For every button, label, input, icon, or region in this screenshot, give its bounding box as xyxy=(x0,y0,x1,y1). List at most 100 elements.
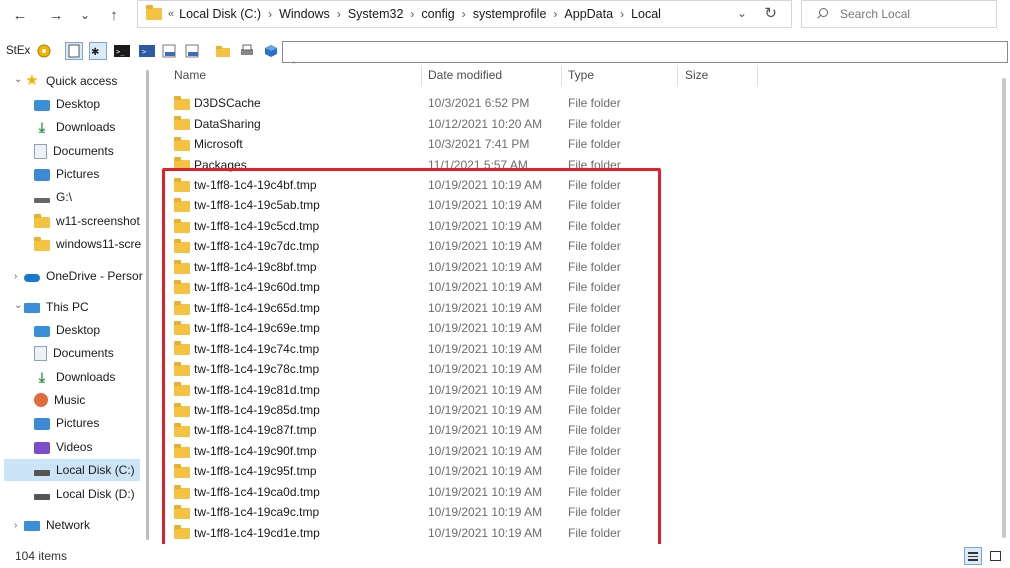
breadcrumb-separator[interactable]: › xyxy=(408,7,416,21)
file-row[interactable]: tw-1ff8-1c4-19c81d.tmp 10/19/2021 10:19 A… xyxy=(160,379,1000,399)
file-row[interactable]: tw-1ff8-1c4-19c74c.tmp 10/19/2021 10:19 A… xyxy=(160,338,1000,358)
file-name[interactable]: tw-1ff8-1c4-19cd1e.tmp xyxy=(194,526,320,540)
recent-locations-chevron-icon[interactable]: ⌄ xyxy=(73,4,97,26)
tiles-view-button[interactable] xyxy=(986,547,1004,565)
refresh-icon[interactable]: ↻ xyxy=(764,4,777,22)
file-name[interactable]: tw-1ff8-1c4-19c5ab.tmp xyxy=(194,198,320,212)
breadcrumb-item[interactable]: Local xyxy=(626,7,666,21)
file-row[interactable]: Packages 11/1/2021 5:57 AM File folder xyxy=(160,154,1000,174)
file-row[interactable]: tw-1ff8-1c4-19c5cd.tmp 10/19/2021 10:19 A… xyxy=(160,216,1000,236)
breadcrumb-overflow[interactable]: « xyxy=(162,8,174,20)
details-view-button[interactable] xyxy=(964,547,982,565)
sidebar-item-g-drive[interactable]: G:\ xyxy=(34,186,148,208)
file-name[interactable]: tw-1ff8-1c4-19c60d.tmp xyxy=(194,280,320,294)
breadcrumb-item[interactable]: Windows xyxy=(274,7,335,21)
sidebar-item-videos[interactable]: Videos xyxy=(34,436,148,458)
breadcrumb-separator[interactable]: › xyxy=(460,7,468,21)
breadcrumb-separator[interactable]: › xyxy=(551,7,559,21)
powershell-icon[interactable]: > xyxy=(138,42,156,60)
new-file-icon[interactable] xyxy=(65,42,83,60)
file-name[interactable]: tw-1ff8-1c4-19c8bf.tmp xyxy=(194,260,317,274)
file-name[interactable]: tw-1ff8-1c4-19ca0d.tmp xyxy=(194,485,320,499)
file-name[interactable]: D3DSCache xyxy=(194,96,261,110)
file-row[interactable]: tw-1ff8-1c4-19c85d.tmp 10/19/2021 10:19 A… xyxy=(160,400,1000,420)
breadcrumb-separator[interactable]: › xyxy=(266,7,274,21)
sidebar-scrollbar[interactable] xyxy=(146,70,149,540)
sidebar-item-downloads[interactable]: ⤓ Downloads 📌 xyxy=(34,116,148,138)
sidebar-item-local-disk-c[interactable]: Local Disk (C:) xyxy=(4,459,140,481)
sidebar-item-this-pc[interactable]: This PC xyxy=(24,296,148,318)
sidebar-item-local-disk-d[interactable]: Local Disk (D:) xyxy=(34,483,148,505)
column-header-type[interactable]: Type xyxy=(568,68,594,86)
file-name[interactable]: tw-1ff8-1c4-19c74c.tmp xyxy=(194,342,319,356)
file-row[interactable]: tw-1ff8-1c4-19c69e.tmp 10/19/2021 10:19 A… xyxy=(160,318,1000,338)
sidebar-item-quick-access[interactable]: ★ Quick access xyxy=(24,70,148,92)
up-arrow-icon[interactable]: ↑ xyxy=(102,4,126,26)
file-name[interactable]: tw-1ff8-1c4-19c65d.tmp xyxy=(194,301,320,315)
file-list-scrollbar[interactable] xyxy=(1002,78,1006,538)
command-input[interactable] xyxy=(282,41,1008,63)
file-row[interactable]: tw-1ff8-1c4-19c7dc.tmp 10/19/2021 10:19 A… xyxy=(160,236,1000,256)
breadcrumb-item[interactable]: config xyxy=(416,7,459,21)
copy-filename-icon[interactable] xyxy=(161,42,179,60)
file-name[interactable]: tw-1ff8-1c4-19c5cd.tmp xyxy=(194,219,319,233)
file-row[interactable]: tw-1ff8-1c4-19c65d.tmp 10/19/2021 10:19 A… xyxy=(160,298,1000,318)
sidebar-item-network[interactable]: Network xyxy=(24,514,148,536)
file-name[interactable]: tw-1ff8-1c4-19c78c.tmp xyxy=(194,362,319,376)
forward-arrow-icon[interactable]: → xyxy=(44,4,68,26)
column-divider[interactable] xyxy=(561,66,562,86)
file-name[interactable]: tw-1ff8-1c4-19c95f.tmp xyxy=(194,464,317,478)
column-divider[interactable] xyxy=(677,66,678,86)
file-row[interactable]: tw-1ff8-1c4-19c87f.tmp 10/19/2021 10:19 A… xyxy=(160,420,1000,440)
breadcrumb-separator[interactable]: › xyxy=(335,7,343,21)
sidebar-item-pc-downloads[interactable]: ⤓ Downloads xyxy=(34,366,148,388)
sidebar-item-music[interactable]: Music xyxy=(34,389,148,411)
breadcrumb-separator[interactable]: › xyxy=(618,7,626,21)
cube-icon[interactable] xyxy=(262,42,280,60)
breadcrumb-item[interactable]: Local Disk (C:) xyxy=(174,7,266,21)
file-row[interactable]: D3DSCache 10/3/2021 6:52 PM File folder xyxy=(160,93,1000,113)
search-placeholder[interactable]: Search Local xyxy=(840,7,910,21)
stex-settings-icon[interactable] xyxy=(35,42,53,60)
file-row[interactable]: tw-1ff8-1c4-19c95f.tmp 10/19/2021 10:19 A… xyxy=(160,461,1000,481)
breadcrumb-item[interactable]: System32 xyxy=(343,7,409,21)
show-hidden-icon[interactable]: ✱ xyxy=(89,42,107,60)
breadcrumb-item[interactable]: systemprofile xyxy=(468,7,552,21)
file-row[interactable]: tw-1ff8-1c4-19c8bf.tmp 10/19/2021 10:19 A… xyxy=(160,257,1000,277)
sidebar-item-pc-pictures[interactable]: Pictures xyxy=(34,412,148,434)
chevron-right-icon[interactable]: › xyxy=(14,271,17,282)
file-row[interactable]: tw-1ff8-1c4-19ca9c.tmp 10/19/2021 10:19 A… xyxy=(160,502,1000,522)
print-icon[interactable] xyxy=(238,42,256,60)
sidebar-item-pictures[interactable]: Pictures 📌 xyxy=(34,163,148,185)
search-box[interactable]: Search Local xyxy=(801,0,997,28)
column-header-date-modified[interactable]: Date modified xyxy=(428,68,502,86)
file-row[interactable]: tw-1ff8-1c4-19c4bf.tmp 10/19/2021 10:19 A… xyxy=(160,175,1000,195)
address-bar[interactable]: « Local Disk (C:) › Windows › System32 ›… xyxy=(137,0,792,28)
chevron-right-icon[interactable]: › xyxy=(14,520,17,531)
breadcrumb-item[interactable]: AppData xyxy=(559,7,618,21)
command-prompt-icon[interactable]: >_ xyxy=(113,42,131,60)
column-header-name[interactable]: Name xyxy=(174,68,206,86)
file-name[interactable]: DataSharing xyxy=(194,117,261,131)
file-name[interactable]: tw-1ff8-1c4-19c69e.tmp xyxy=(194,321,320,335)
column-divider[interactable] xyxy=(757,66,758,86)
file-row[interactable]: tw-1ff8-1c4-19c78c.tmp 10/19/2021 10:19 A… xyxy=(160,359,1000,379)
copy-path-icon[interactable] xyxy=(184,42,202,60)
file-name[interactable]: tw-1ff8-1c4-19c4bf.tmp xyxy=(194,178,317,192)
sidebar-item-pc-desktop[interactable]: Desktop xyxy=(34,319,148,341)
file-name[interactable]: tw-1ff8-1c4-19c7dc.tmp xyxy=(194,239,319,253)
file-row[interactable]: tw-1ff8-1c4-19ca0d.tmp 10/19/2021 10:19 A… xyxy=(160,482,1000,502)
file-name[interactable]: tw-1ff8-1c4-19c90f.tmp xyxy=(194,444,317,458)
sidebar-item-w11-screenshot[interactable]: w11-screenshot xyxy=(34,210,148,232)
column-header-size[interactable]: Size xyxy=(685,68,708,86)
file-row[interactable]: tw-1ff8-1c4-19cd1e.tmp 10/19/2021 10:19 A… xyxy=(160,522,1000,542)
chevron-down-icon[interactable]: ⌄ xyxy=(14,74,22,85)
back-arrow-icon[interactable]: ← xyxy=(8,4,32,26)
file-name[interactable]: Microsoft xyxy=(194,137,243,151)
sidebar-item-pc-documents[interactable]: Documents xyxy=(34,342,148,364)
file-row[interactable]: tw-1ff8-1c4-19c90f.tmp 10/19/2021 10:19 A… xyxy=(160,441,1000,461)
sidebar-item-onedrive[interactable]: OneDrive - Persor xyxy=(24,265,148,287)
open-folder-icon[interactable] xyxy=(214,42,232,60)
chevron-down-icon[interactable]: ⌄ xyxy=(14,300,22,311)
sidebar-item-windows11-scre[interactable]: windows11-scre xyxy=(34,233,148,255)
